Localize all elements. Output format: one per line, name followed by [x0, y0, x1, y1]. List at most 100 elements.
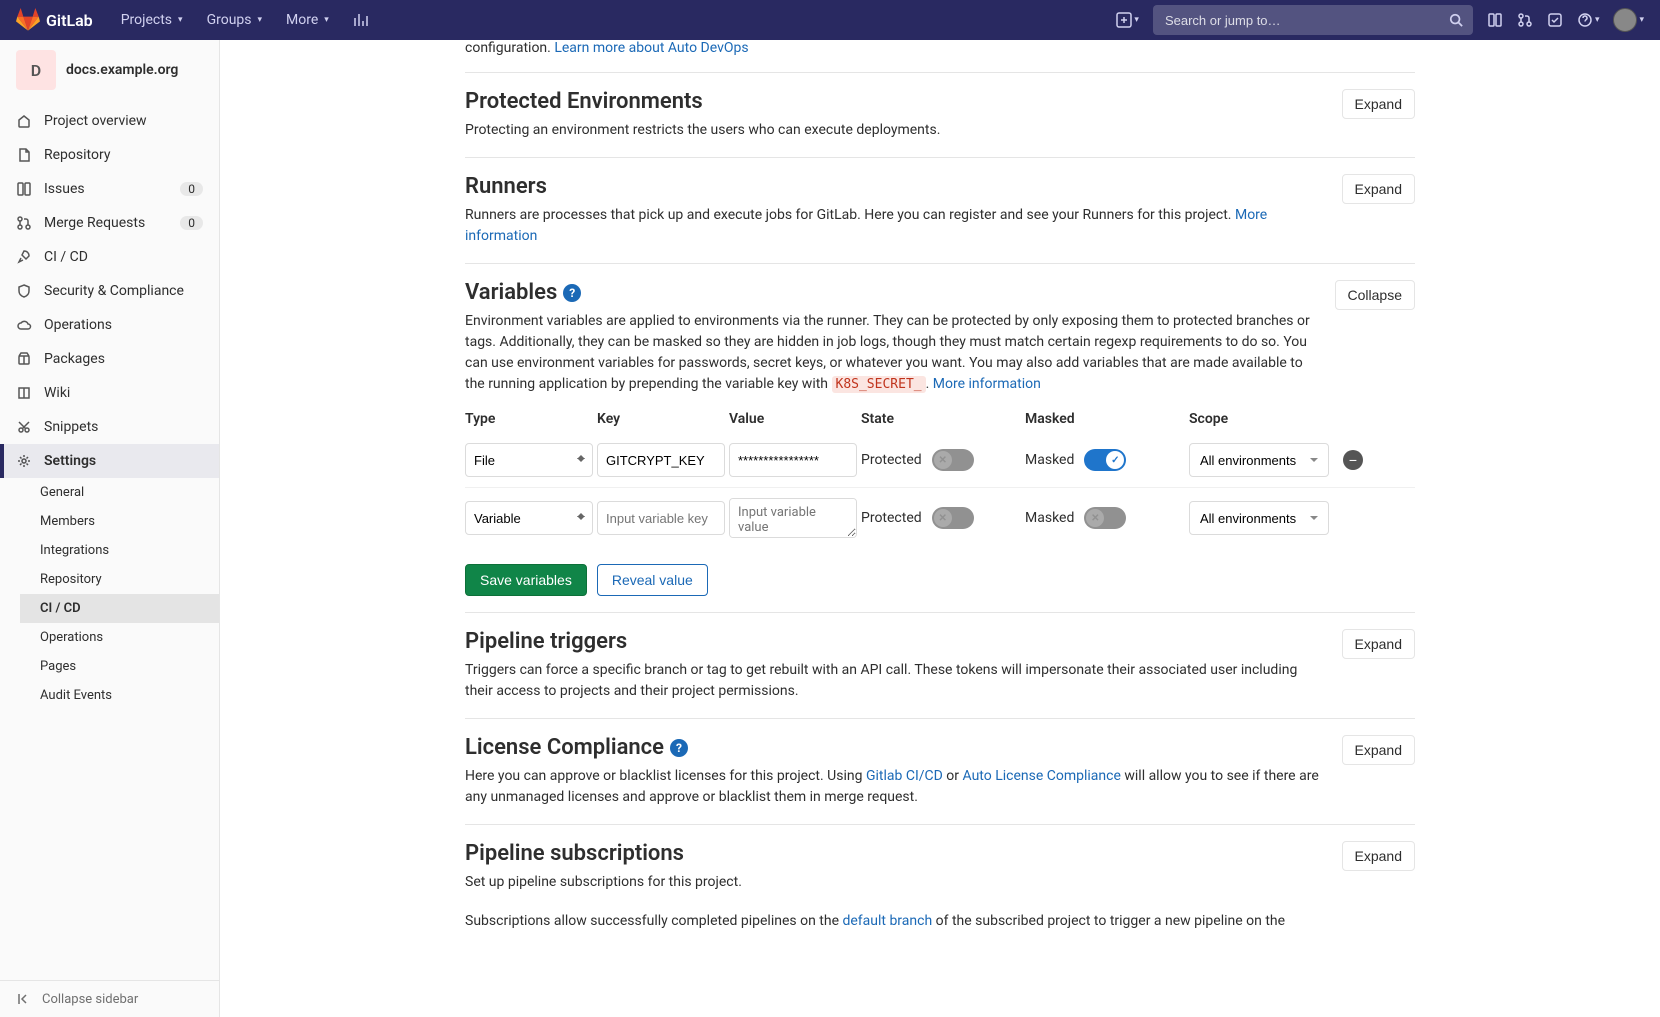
rocket-icon [16, 249, 32, 265]
sidebar: D docs.example.org Project overview Repo… [0, 40, 220, 1017]
masked-label: Masked [1025, 452, 1074, 468]
section-desc-2: Subscriptions allow successfully complet… [465, 911, 1326, 932]
subnav-pages[interactable]: Pages [20, 652, 219, 681]
section-desc: Set up pipeline subscriptions for this p… [465, 872, 1326, 893]
help-icon[interactable]: ? [670, 739, 688, 757]
project-header[interactable]: D docs.example.org [0, 40, 219, 100]
collapse-button[interactable]: Collapse [1335, 280, 1415, 310]
autodevops-link[interactable]: Learn more about Auto DevOps [554, 40, 748, 56]
sidebar-item-settings[interactable]: Settings [0, 444, 219, 478]
more-info-link[interactable]: More information [933, 376, 1041, 392]
chevron-down-icon: ▾ [178, 15, 183, 25]
gitlab-logo[interactable]: GitLab [16, 8, 93, 32]
expand-button[interactable]: Expand [1342, 735, 1415, 765]
value-input[interactable] [729, 498, 857, 538]
help-icon[interactable]: ? [563, 284, 581, 302]
main-content: configuration. Learn more about Auto Dev… [220, 40, 1660, 1017]
search-icon[interactable] [1449, 13, 1463, 27]
collapse-sidebar-button[interactable]: Collapse sidebar [0, 980, 219, 1017]
key-input[interactable] [597, 443, 725, 477]
section-pipeline-triggers: Pipeline triggers Triggers can force a s… [465, 613, 1415, 719]
merge-requests-shortcut-icon[interactable] [1517, 12, 1533, 28]
section-desc: Triggers can force a specific branch or … [465, 660, 1326, 702]
col-scope: Scope [1189, 411, 1329, 427]
gear-icon [16, 453, 32, 469]
gitlab-cicd-link[interactable]: Gitlab CI/CD [866, 768, 943, 784]
section-title: License Compliance? [465, 735, 1326, 760]
scope-dropdown[interactable]: All environments [1189, 501, 1329, 535]
nav-projects[interactable]: Projects▾ [111, 4, 193, 36]
file-icon [16, 147, 32, 163]
chevron-down-icon: ▾ [258, 15, 263, 25]
brand-name: GitLab [46, 11, 93, 30]
save-variables-button[interactable]: Save variables [465, 564, 587, 596]
issues-shortcut-icon[interactable] [1487, 12, 1503, 28]
subnav-integrations[interactable]: Integrations [20, 536, 219, 565]
search-input[interactable] [1153, 5, 1473, 35]
sidebar-item-operations[interactable]: Operations [0, 308, 219, 342]
sidebar-item-overview[interactable]: Project overview [0, 104, 219, 138]
key-input[interactable] [597, 501, 725, 535]
sidebar-item-mrs[interactable]: Merge Requests0 [0, 206, 219, 240]
remove-variable-button[interactable]: − [1343, 450, 1363, 470]
sidebar-item-packages[interactable]: Packages [0, 342, 219, 376]
nav-activity-icon[interactable] [343, 4, 379, 36]
scope-dropdown[interactable]: All environments [1189, 443, 1329, 477]
sidebar-item-repository[interactable]: Repository [0, 138, 219, 172]
protected-toggle[interactable] [932, 507, 974, 529]
section-desc: Here you can approve or blacklist licens… [465, 766, 1326, 808]
help-icon[interactable]: ▾ [1577, 12, 1600, 28]
section-desc: Environment variables are applied to env… [465, 311, 1319, 395]
col-state: State [861, 411, 1021, 427]
table-header: Type Key Value State Masked Scope [465, 411, 1415, 433]
top-header: GitLab Projects▾ Groups▾ More▾ ▾ ▾ ▾ [0, 0, 1660, 40]
expand-button[interactable]: Expand [1342, 174, 1415, 204]
state-label: Protected [861, 452, 922, 468]
code-snippet: K8S_SECRET_ [832, 376, 926, 393]
subnav-repository[interactable]: Repository [20, 565, 219, 594]
sidebar-item-wiki[interactable]: Wiki [0, 376, 219, 410]
section-desc: Runners are processes that pick up and e… [465, 205, 1326, 247]
expand-button[interactable]: Expand [1342, 629, 1415, 659]
merge-icon [16, 215, 32, 231]
subnav-audit[interactable]: Audit Events [20, 681, 219, 710]
sidebar-item-snippets[interactable]: Snippets [0, 410, 219, 444]
masked-label: Masked [1025, 510, 1074, 526]
masked-toggle[interactable] [1084, 449, 1126, 471]
subnav-operations[interactable]: Operations [20, 623, 219, 652]
type-select[interactable]: Variable [465, 501, 593, 535]
col-key: Key [597, 411, 725, 427]
auto-license-link[interactable]: Auto License Compliance [963, 768, 1121, 784]
user-menu[interactable]: ▾ [1613, 8, 1644, 32]
variable-row: File Protected Masked All environments − [465, 433, 1415, 488]
section-protected-environments: Protected Environments Protecting an env… [465, 73, 1415, 158]
sidebar-item-security[interactable]: Security & Compliance [0, 274, 219, 308]
scissors-icon [16, 419, 32, 435]
autodevops-partial: configuration. Learn more about Auto Dev… [465, 40, 1415, 73]
section-runners: Runners Runners are processes that pick … [465, 158, 1415, 264]
nav-groups[interactable]: Groups▾ [197, 4, 272, 36]
issues-icon [16, 181, 32, 197]
col-masked: Masked [1025, 411, 1185, 427]
project-avatar: D [16, 50, 56, 90]
cloud-icon [16, 317, 32, 333]
book-icon [16, 385, 32, 401]
sidebar-item-issues[interactable]: Issues0 [0, 172, 219, 206]
protected-toggle[interactable] [932, 449, 974, 471]
expand-button[interactable]: Expand [1342, 89, 1415, 119]
plus-icon[interactable]: ▾ [1116, 12, 1139, 28]
subnav-members[interactable]: Members [20, 507, 219, 536]
reveal-value-button[interactable]: Reveal value [597, 564, 708, 596]
expand-button[interactable]: Expand [1342, 841, 1415, 871]
nav-more[interactable]: More▾ [276, 4, 339, 36]
masked-toggle[interactable] [1084, 507, 1126, 529]
home-icon [16, 113, 32, 129]
type-select[interactable]: File [465, 443, 593, 477]
subnav-cicd[interactable]: CI / CD [20, 594, 219, 623]
default-branch-link[interactable]: default branch [842, 913, 932, 929]
sidebar-item-cicd[interactable]: CI / CD [0, 240, 219, 274]
todos-icon[interactable] [1547, 12, 1563, 28]
subnav-general[interactable]: General [20, 478, 219, 507]
shield-icon [16, 283, 32, 299]
value-input[interactable] [729, 443, 857, 477]
